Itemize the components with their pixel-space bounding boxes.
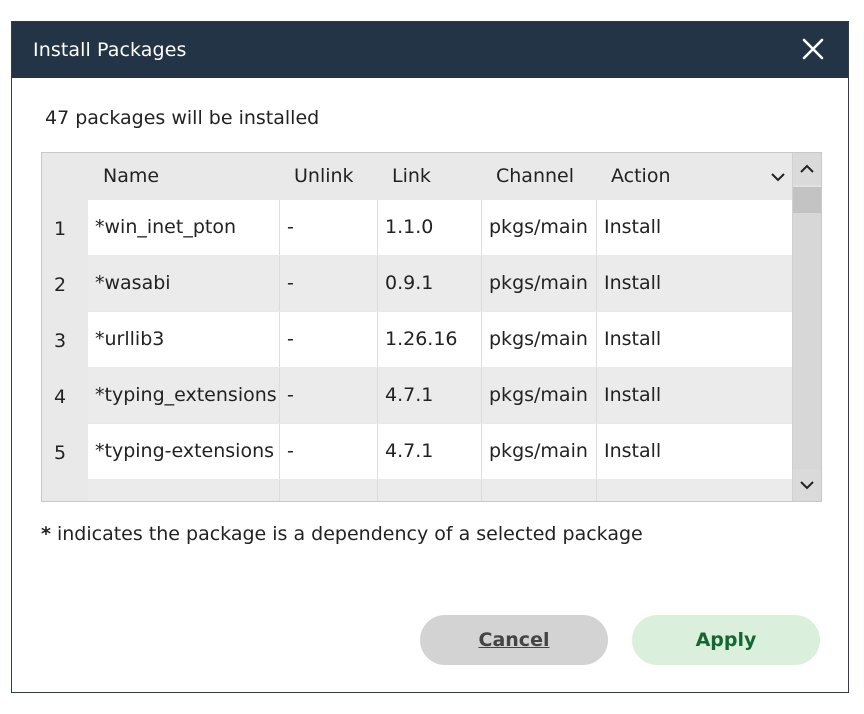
package-name: *typing-extensions	[88, 424, 280, 479]
package-unlink-partial	[280, 480, 378, 501]
package-channel: pkgs/main	[482, 312, 597, 367]
package-channel-partial	[482, 480, 597, 501]
package-action: Install	[597, 200, 793, 255]
table-row-partial[interactable]	[42, 480, 793, 501]
dependency-footnote: * indicates the package is a dependency …	[41, 523, 643, 545]
package-name-partial	[88, 480, 280, 501]
chevron-up-icon	[800, 164, 814, 173]
package-action: Install	[597, 368, 793, 423]
package-channel: pkgs/main	[482, 424, 597, 479]
footnote-text: indicates the package is a dependency of…	[50, 523, 643, 545]
package-link-partial	[378, 480, 482, 501]
package-channel: pkgs/main	[482, 368, 597, 423]
footnote-asterisk: *	[41, 523, 51, 545]
row-number: 3	[54, 330, 67, 352]
table-row[interactable]: 2 *wasabi - 0.9.1 pkgs/main Install	[42, 256, 793, 312]
package-unlink: -	[280, 424, 378, 479]
scroll-up-button[interactable]	[793, 153, 821, 185]
row-number: 4	[54, 386, 67, 408]
column-header-link[interactable]: Link	[392, 153, 431, 200]
package-name: *typing_extensions	[88, 368, 280, 423]
scroll-down-button[interactable]	[793, 469, 821, 501]
package-link: 1.1.0	[378, 200, 482, 255]
package-link: 0.9.1	[378, 256, 482, 311]
packages-table: Name Unlink Link Channel Action 1 *win_i…	[41, 152, 822, 502]
chevron-down-icon	[800, 481, 814, 490]
column-header-action[interactable]: Action	[611, 153, 671, 200]
package-action: Install	[597, 424, 793, 479]
install-packages-dialog: Install Packages 47 packages will be ins…	[11, 21, 849, 693]
package-name: *wasabi	[88, 256, 280, 311]
row-number: 2	[54, 274, 67, 296]
scrollbar-track[interactable]	[793, 187, 821, 469]
table-row[interactable]: 5 *typing-extensions - 4.7.1 pkgs/main I…	[42, 424, 793, 480]
apply-button[interactable]: Apply	[632, 615, 820, 665]
column-header-name[interactable]: Name	[103, 153, 159, 200]
chevron-down-icon[interactable]	[770, 169, 786, 185]
package-unlink: -	[280, 200, 378, 255]
package-link: 1.26.16	[378, 312, 482, 367]
package-unlink: -	[280, 312, 378, 367]
column-header-unlink[interactable]: Unlink	[294, 153, 354, 200]
column-header-channel[interactable]: Channel	[496, 153, 574, 200]
cancel-button[interactable]: Cancel	[420, 615, 608, 665]
dialog-titlebar: Install Packages	[12, 22, 848, 78]
table-scrollbar[interactable]	[792, 153, 821, 501]
dialog-title: Install Packages	[33, 39, 187, 61]
package-action-partial	[597, 480, 793, 501]
package-channel: pkgs/main	[482, 200, 597, 255]
table-row[interactable]: 3 *urllib3 - 1.26.16 pkgs/main Install	[42, 312, 793, 368]
package-unlink: -	[280, 368, 378, 423]
package-action: Install	[597, 312, 793, 367]
package-name: *win_inet_pton	[88, 200, 280, 255]
package-unlink: -	[280, 256, 378, 311]
scrollbar-thumb[interactable]	[793, 187, 821, 213]
package-link: 4.7.1	[378, 424, 482, 479]
table-row[interactable]: 4 *typing_extensions - 4.7.1 pkgs/main I…	[42, 368, 793, 424]
table-row[interactable]: 1 *win_inet_pton - 1.1.0 pkgs/main Insta…	[42, 200, 793, 256]
row-number: 5	[54, 442, 67, 464]
package-action: Install	[597, 256, 793, 311]
package-link: 4.7.1	[378, 368, 482, 423]
package-channel: pkgs/main	[482, 256, 597, 311]
package-name: *urllib3	[88, 312, 280, 367]
packages-summary: 47 packages will be installed	[45, 107, 320, 129]
close-icon[interactable]	[798, 34, 828, 64]
row-number: 1	[54, 218, 67, 240]
